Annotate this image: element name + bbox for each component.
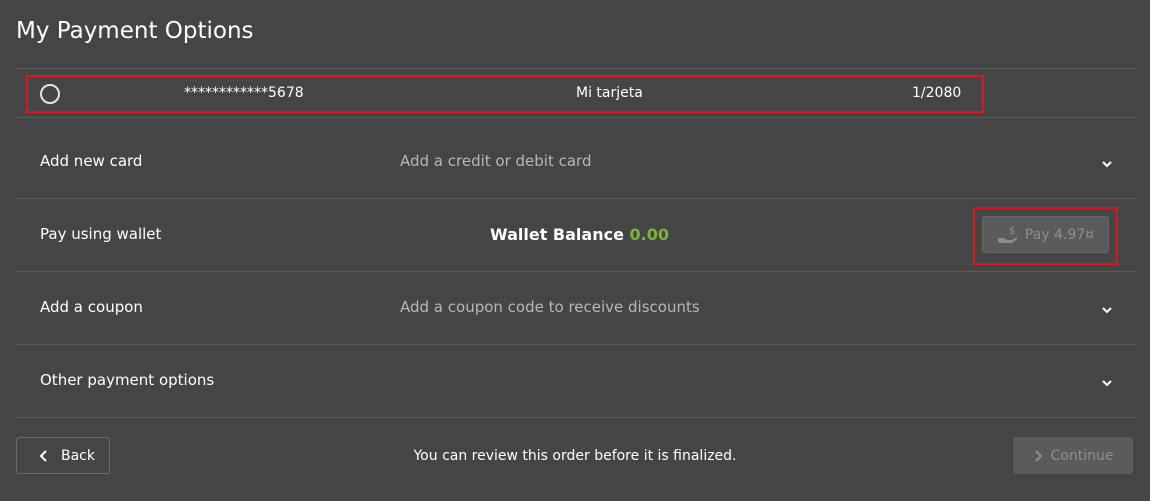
other-payment-label: Other payment options [40, 371, 215, 389]
wallet-balance: Wallet Balance 0.00 [490, 225, 669, 244]
wallet-balance-value: 0.00 [629, 225, 669, 244]
wallet-label: Pay using wallet [40, 225, 162, 243]
coupon-label: Add a coupon [40, 298, 143, 316]
svg-text:$: $ [1009, 226, 1015, 237]
divider [16, 417, 1136, 418]
saved-card-row[interactable]: ************5678 Mi tarjeta 1/2080 [26, 75, 984, 113]
divider [16, 117, 1136, 118]
add-card-description: Add a credit or debit card [400, 152, 592, 170]
pay-wallet-button[interactable]: $ Pay 4.97¤ [982, 216, 1109, 253]
divider [16, 198, 1136, 199]
add-card-label: Add new card [40, 152, 143, 170]
continue-label: Continue [1050, 447, 1114, 464]
coupon-description: Add a coupon code to receive discounts [400, 298, 700, 316]
continue-button[interactable]: Continue [1013, 437, 1133, 474]
page-title: My Payment Options [16, 18, 254, 44]
divider [16, 68, 1136, 69]
card-name: Mi tarjeta [576, 85, 643, 101]
chevron-right-icon [1034, 449, 1042, 462]
review-note: You can review this order before it is f… [413, 448, 737, 464]
chevron-down-icon[interactable] [1100, 376, 1114, 390]
divider [16, 344, 1136, 345]
hand-dollar-icon: $ [997, 226, 1017, 243]
card-radio-button[interactable] [40, 84, 60, 104]
pay-button-label: Pay 4.97¤ [1024, 226, 1095, 243]
card-expiry: 1/2080 [912, 85, 962, 101]
card-number: ************5678 [184, 85, 304, 101]
wallet-balance-label: Wallet Balance [490, 225, 624, 244]
chevron-down-icon[interactable] [1100, 303, 1114, 317]
divider [16, 271, 1136, 272]
chevron-down-icon[interactable] [1100, 157, 1114, 171]
